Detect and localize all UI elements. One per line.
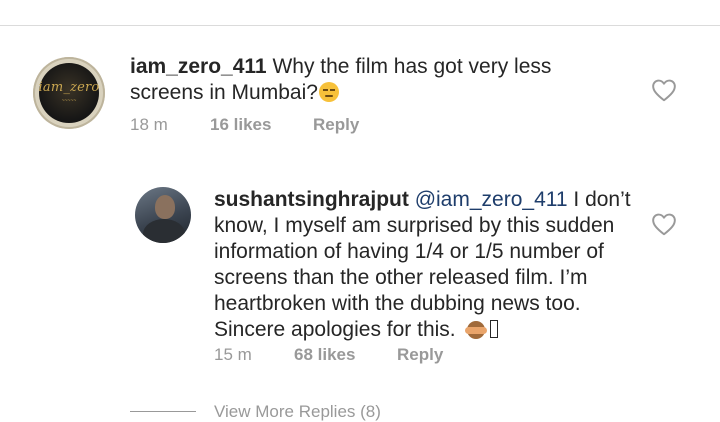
main-comment-timestamp: 18 m xyxy=(130,115,168,134)
reply-comment-timestamp: 15 m xyxy=(214,345,252,364)
like-heart-icon[interactable] xyxy=(651,78,677,102)
see-no-evil-monkey-icon xyxy=(465,319,488,339)
like-heart-icon[interactable] xyxy=(651,212,677,236)
avatar-photo-head xyxy=(155,195,175,219)
avatar-logo-ornament: ~~~~~ xyxy=(61,98,77,104)
reply-comment-mention[interactable]: @iam_zero_411 xyxy=(415,188,568,211)
reply-comment-username[interactable]: sushantsinghrajput xyxy=(214,188,409,211)
view-more-divider xyxy=(130,411,196,412)
commenter-avatar[interactable]: iam_zero ~~~~~ xyxy=(33,57,105,129)
view-more-replies[interactable]: View More Replies (8) xyxy=(130,398,530,421)
reply-comment-reply-button[interactable]: Reply xyxy=(397,345,443,365)
avatar-logo-text: iam_zero xyxy=(38,80,100,95)
reply-comment-likes[interactable]: 68 likes xyxy=(294,345,355,365)
top-divider xyxy=(0,25,720,26)
reply-avatar[interactable] xyxy=(135,187,191,243)
reply-comment-body: sushantsinghrajput @iam_zero_411 I don’t… xyxy=(214,187,634,343)
avatar-photo-shoulders xyxy=(143,219,185,243)
view-more-replies-label[interactable]: View More Replies (8) xyxy=(214,402,381,422)
main-comment-likes[interactable]: 16 likes xyxy=(210,115,271,135)
missing-glyph-icon xyxy=(490,320,499,338)
main-comment-body: iam_zero_411 Why the film has got very l… xyxy=(130,54,630,106)
main-comment-username[interactable]: iam_zero_411 xyxy=(130,55,267,78)
unamused-face-icon xyxy=(318,82,339,102)
main-comment-reply-button[interactable]: Reply xyxy=(313,115,359,135)
